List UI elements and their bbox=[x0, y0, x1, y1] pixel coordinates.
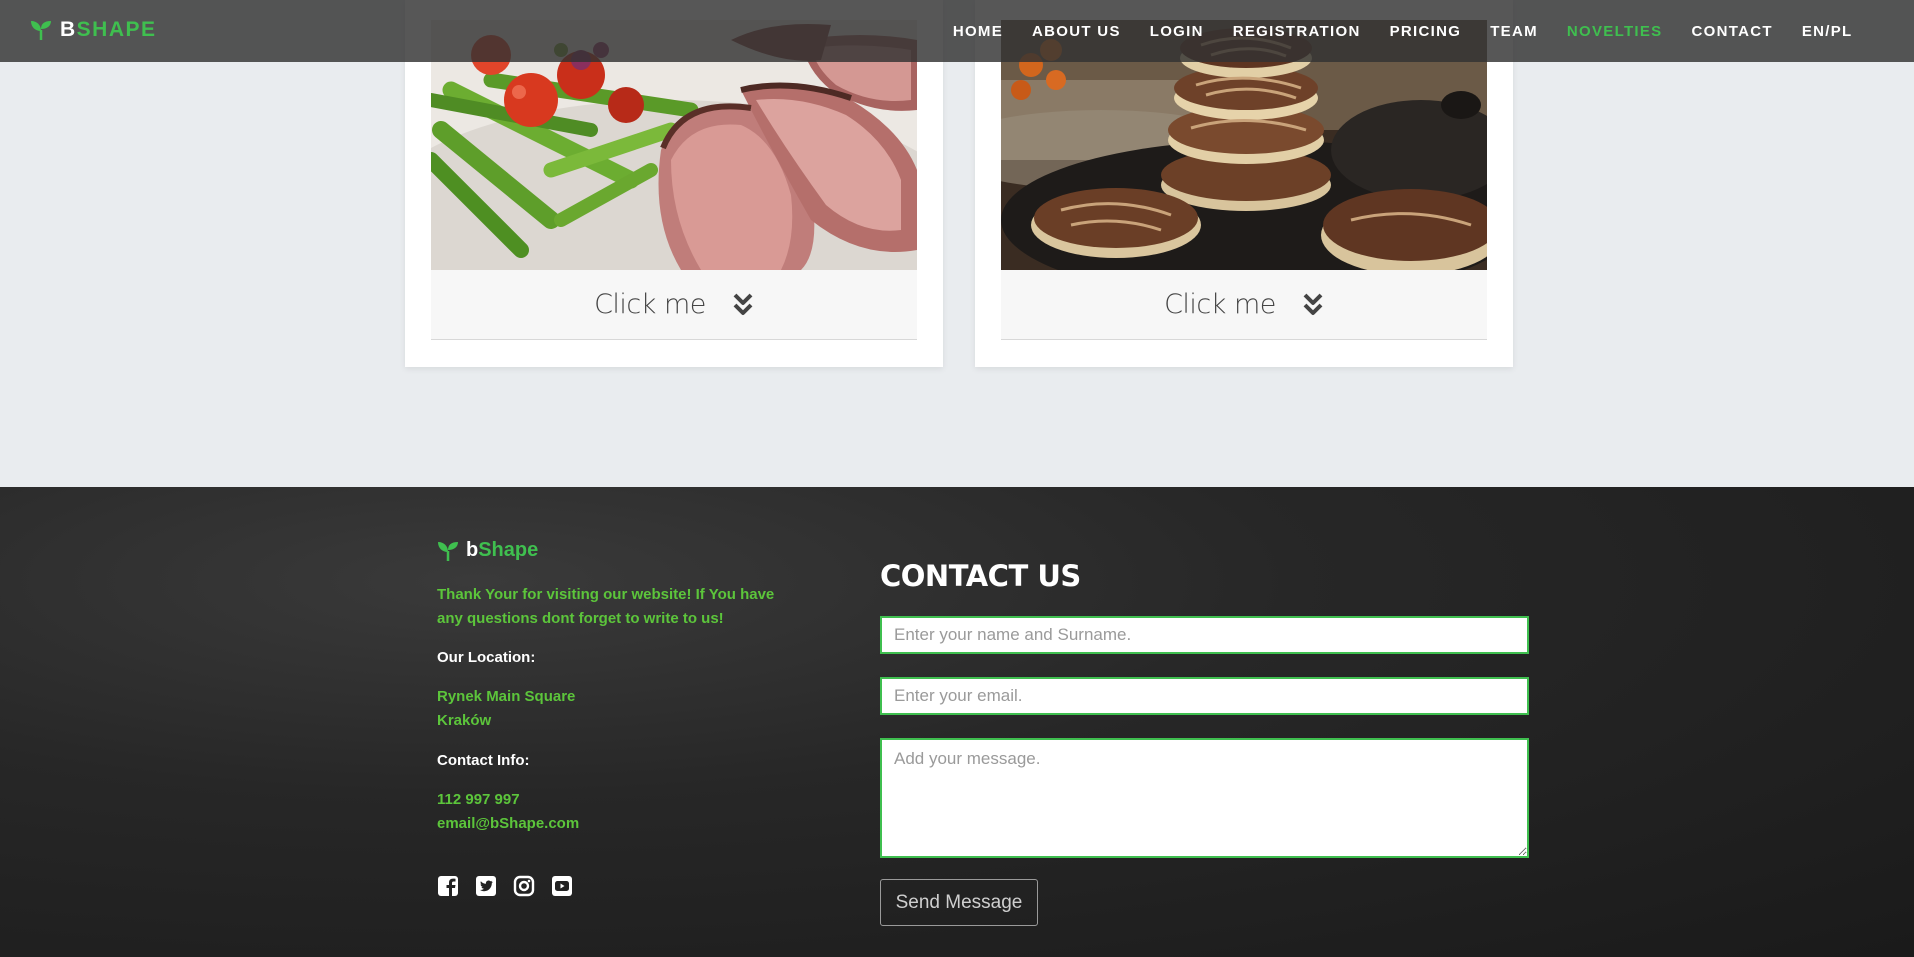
contact-info-heading: Contact Info: bbox=[437, 752, 530, 769]
address-line: Rynek Main Square bbox=[437, 688, 576, 705]
location-heading: Our Location: bbox=[437, 649, 536, 666]
nav-language-switch[interactable]: EN/PL bbox=[1787, 23, 1867, 40]
footer-brand-initial: b bbox=[466, 539, 479, 561]
thanks-line: any questions dont forget to write to us… bbox=[437, 610, 724, 627]
nav-team[interactable]: TEAM bbox=[1476, 23, 1553, 40]
message-textarea[interactable] bbox=[880, 738, 1529, 858]
seedling-icon bbox=[438, 541, 458, 561]
phone-number: 112 997 997 bbox=[437, 791, 520, 808]
email-address: email@bShape.com bbox=[437, 815, 580, 832]
click-me-button[interactable]: Click me bbox=[431, 270, 917, 340]
send-message-button[interactable]: Send Message bbox=[880, 879, 1038, 926]
brand-initial: B bbox=[60, 18, 77, 41]
click-me-button[interactable]: Click me bbox=[1001, 270, 1487, 340]
main-nav: HOME ABOUT US LOGIN REGISTRATION PRICING… bbox=[938, 0, 1867, 62]
address-line: Kraków bbox=[437, 712, 492, 729]
contact-info: 112 997 997 email@bShape.com bbox=[437, 788, 579, 836]
click-me-label: Click me bbox=[1164, 289, 1276, 320]
thanks-message: Thank Your for visiting our website! If … bbox=[437, 583, 774, 631]
seedling-icon bbox=[31, 21, 51, 40]
facebook-icon[interactable] bbox=[437, 875, 459, 897]
location-address: Rynek Main Square Kraków bbox=[437, 685, 575, 733]
twitter-icon[interactable] bbox=[475, 875, 497, 897]
chevron-double-down-icon bbox=[1303, 293, 1323, 315]
instagram-icon[interactable] bbox=[513, 875, 535, 897]
contact-us-title: CONTACT US bbox=[880, 559, 1081, 593]
brand-name: SHAPE bbox=[76, 18, 157, 41]
chevron-double-down-icon bbox=[733, 293, 753, 315]
click-me-label: Click me bbox=[594, 289, 706, 320]
footer: b Shape Thank Your for visiting our websi… bbox=[0, 487, 1914, 957]
brand-logo[interactable]: B SHAPE bbox=[30, 18, 157, 42]
thanks-line: Thank Your for visiting our website! If … bbox=[437, 586, 775, 603]
youtube-icon[interactable] bbox=[551, 875, 573, 897]
email-input[interactable] bbox=[880, 677, 1529, 715]
nav-contact[interactable]: CONTACT bbox=[1677, 23, 1787, 40]
nav-home[interactable]: HOME bbox=[938, 23, 1017, 40]
nav-registration[interactable]: REGISTRATION bbox=[1218, 23, 1375, 40]
novelties-section: Click me Click me bbox=[0, 0, 1914, 487]
nav-pricing[interactable]: PRICING bbox=[1375, 23, 1476, 40]
footer-brand-name: Shape bbox=[478, 539, 539, 561]
name-input[interactable] bbox=[880, 616, 1529, 654]
nav-login[interactable]: LOGIN bbox=[1135, 23, 1218, 40]
nav-novelties[interactable]: NOVELTIES bbox=[1552, 23, 1677, 40]
social-links bbox=[437, 875, 573, 897]
nav-about-us[interactable]: ABOUT US bbox=[1018, 23, 1136, 40]
top-navbar: B SHAPE HOME ABOUT US LOGIN REGISTRATION … bbox=[0, 0, 1914, 62]
footer-brand-logo[interactable]: b Shape bbox=[437, 539, 538, 562]
